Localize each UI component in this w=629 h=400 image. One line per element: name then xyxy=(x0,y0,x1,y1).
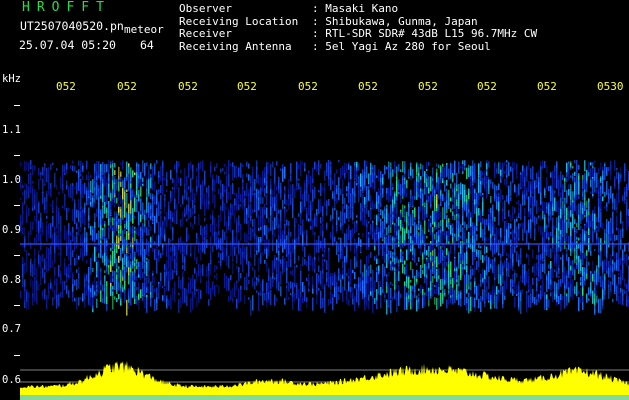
date-time: 25.07.04 05:20 xyxy=(19,38,116,52)
frequency-ticks xyxy=(0,0,20,400)
time-label: 052 xyxy=(298,80,318,93)
spectrogram-plot xyxy=(20,160,629,400)
time-label: 052 xyxy=(477,80,497,93)
file-suffix: meteor xyxy=(124,23,164,36)
info-values: : Masaki Kano : Shibukawa, Gunma, Japan … xyxy=(312,2,538,53)
time-label: 052 xyxy=(418,80,438,93)
spectrogram xyxy=(20,160,629,316)
info-value-receiver: : RTL-SDR SDR# 43dB L15 96.7MHz CW xyxy=(312,27,538,40)
time-label: 052 xyxy=(178,80,198,93)
header: HROFFT UT2507040520.pn meteor 25.07.04 0… xyxy=(0,0,629,56)
hrofft-window: HROFFT UT2507040520.pn meteor 25.07.04 0… xyxy=(0,0,629,400)
file-name: UT2507040520.pn xyxy=(20,19,124,33)
info-value-observer: : Masaki Kano xyxy=(312,2,399,15)
time-label: 0530 xyxy=(597,80,624,93)
signal-baseline xyxy=(20,395,629,400)
time-label: 052 xyxy=(117,80,137,93)
signal-strength-graph xyxy=(20,360,629,400)
info-label-antenna: Receiving Antenna xyxy=(179,39,292,53)
signal-area xyxy=(20,360,629,400)
info-label-receiver: Receiver xyxy=(179,27,232,40)
timeline: 052 052 052 052 052 052 052 052 052 0530 xyxy=(0,80,629,94)
time-label: 052 xyxy=(237,80,257,93)
app-title: HROFFT xyxy=(22,0,111,15)
info-value-antenna: : 5el Yagi Az 280 for Seoul xyxy=(312,39,491,53)
detection-count: 64 xyxy=(140,38,154,52)
info-label-observer: Observer xyxy=(179,2,232,15)
time-label: 052 xyxy=(56,80,76,93)
time-label: 052 xyxy=(537,80,557,93)
time-label: 052 xyxy=(358,80,378,93)
info-labels: Observer Receiving Location Receiver Rec… xyxy=(179,2,298,53)
